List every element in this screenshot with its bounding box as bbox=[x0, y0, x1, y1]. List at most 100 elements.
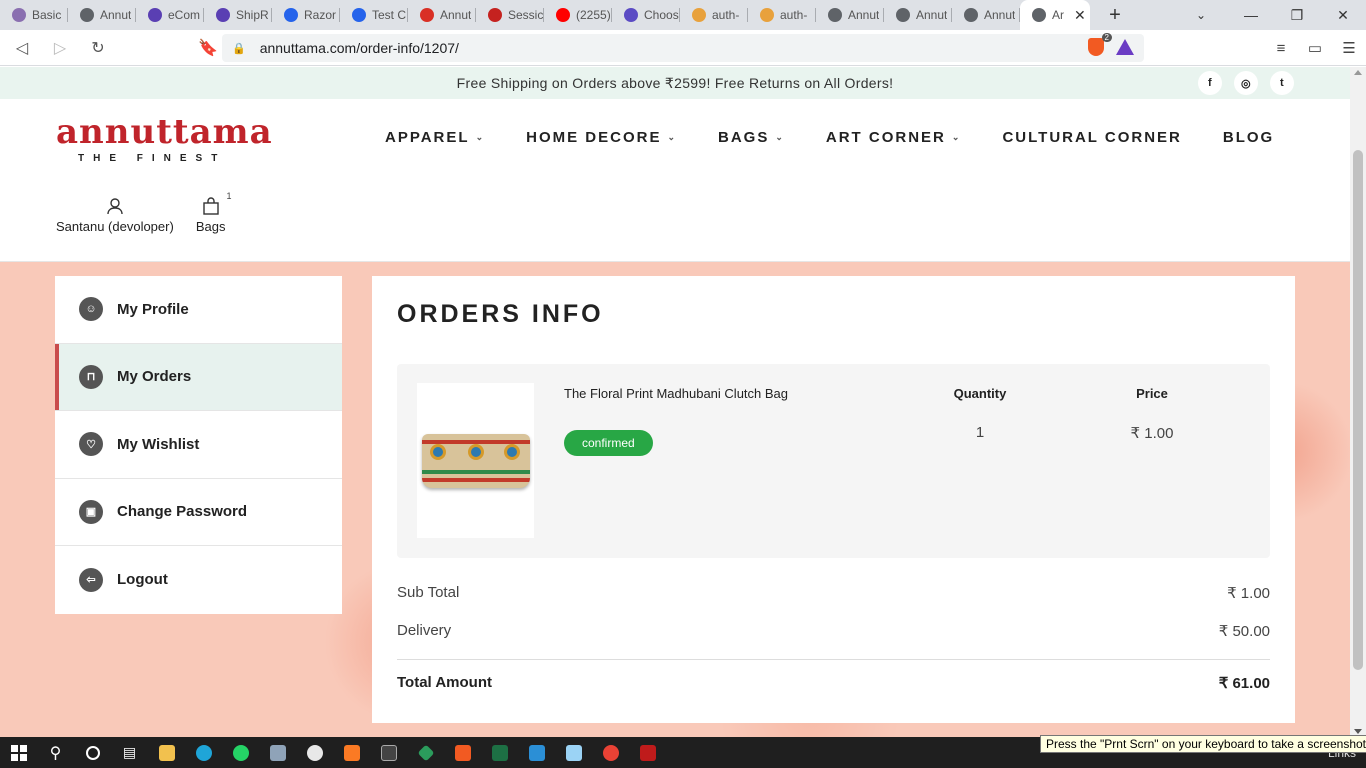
vscode-icon[interactable] bbox=[518, 737, 555, 768]
social-links: f ◎ t bbox=[1198, 71, 1294, 95]
file-explorer-icon[interactable] bbox=[148, 737, 185, 768]
edge-icon[interactable] bbox=[185, 737, 222, 768]
close-tab-icon[interactable]: ✕ bbox=[1074, 7, 1086, 24]
browser-tab[interactable]: Annut bbox=[816, 0, 884, 30]
browser-tab[interactable]: Razor bbox=[272, 0, 340, 30]
excel-icon[interactable] bbox=[481, 737, 518, 768]
close-window-icon[interactable]: ✕ bbox=[1320, 0, 1366, 30]
filezilla-icon[interactable] bbox=[629, 737, 666, 768]
bags-link[interactable]: 1 Bags bbox=[196, 191, 232, 234]
brave-browser-icon[interactable] bbox=[444, 737, 481, 768]
tab-favicon-icon bbox=[556, 8, 570, 22]
sidebar-item[interactable]: ☺ My Profile bbox=[55, 276, 342, 344]
brave-rewards-icon[interactable] bbox=[1116, 39, 1134, 55]
scroll-down-icon[interactable] bbox=[1354, 729, 1362, 734]
twitter-icon[interactable]: t bbox=[1270, 71, 1294, 95]
announcement-text: Free Shipping on Orders above ₹2599! Fre… bbox=[456, 74, 894, 91]
back-icon[interactable]: ◁ bbox=[6, 32, 38, 64]
account-link[interactable]: Santanu (devoloper) bbox=[56, 197, 174, 234]
browser-tab[interactable]: Sessic bbox=[476, 0, 544, 30]
browser-tab[interactable]: Choos bbox=[612, 0, 680, 30]
reload-icon[interactable]: ↻ bbox=[82, 32, 114, 64]
browser-tab[interactable]: (2255) bbox=[544, 0, 612, 30]
sidebar-item-label: Logout bbox=[117, 571, 168, 589]
terminal-icon[interactable] bbox=[370, 737, 407, 768]
xampp-icon[interactable] bbox=[333, 737, 370, 768]
browser-tab[interactable]: Test C bbox=[340, 0, 408, 30]
tab-label: Annut bbox=[440, 8, 472, 22]
price-header: Price bbox=[1136, 386, 1168, 401]
sidebar-item[interactable]: ⇦ Logout bbox=[55, 546, 342, 614]
browser-tab[interactable]: Annut bbox=[884, 0, 952, 30]
facebook-icon[interactable]: f bbox=[1198, 71, 1222, 95]
search-icon[interactable]: ⚲ bbox=[37, 737, 74, 768]
cortana-icon[interactable] bbox=[74, 737, 111, 768]
site-header: annuttama THE FINEST APPAREL ⌄ HOME DECORE… bbox=[0, 99, 1350, 262]
notepad-icon[interactable] bbox=[555, 737, 592, 768]
tab-favicon-icon bbox=[964, 8, 978, 22]
git-icon[interactable] bbox=[407, 737, 444, 768]
windows-start-icon[interactable] bbox=[0, 737, 37, 768]
brave-shield-icon[interactable]: 2 bbox=[1088, 33, 1112, 56]
browser-tab[interactable]: Annut bbox=[68, 0, 136, 30]
page-scrollbar[interactable] bbox=[1350, 67, 1366, 737]
order-info-panel: ORDERS INFO The Floral Print Madhubani C… bbox=[372, 276, 1295, 723]
tab-favicon-icon bbox=[828, 8, 842, 22]
app-icon[interactable] bbox=[259, 737, 296, 768]
tab-label: Annut bbox=[984, 8, 1016, 22]
sidebar-item[interactable]: ♡ My Wishlist bbox=[55, 411, 342, 479]
playlist-icon[interactable]: ≡ bbox=[1264, 40, 1298, 57]
browser-tab[interactable]: Basic bbox=[0, 0, 68, 30]
chevron-down-icon: ⌄ bbox=[775, 132, 785, 142]
slack-icon[interactable] bbox=[296, 737, 333, 768]
screenshot-tooltip: Press the "Prnt Scrn" on your keyboard t… bbox=[1040, 735, 1366, 753]
bookmark-icon[interactable]: 🔖 bbox=[192, 32, 224, 64]
instagram-icon[interactable]: ◎ bbox=[1234, 71, 1258, 95]
product-image[interactable] bbox=[417, 383, 534, 538]
scroll-up-icon[interactable] bbox=[1354, 70, 1362, 75]
browser-tab[interactable]: ShipR bbox=[204, 0, 272, 30]
menu-icon[interactable]: ☰ bbox=[1332, 39, 1366, 57]
delivery-label: Delivery bbox=[397, 622, 452, 639]
tab-label: (2255) bbox=[576, 8, 611, 22]
nav-item-label: APPAREL bbox=[385, 129, 470, 146]
logo-name: annuttama bbox=[56, 112, 273, 152]
forward-icon[interactable]: ▷ bbox=[44, 32, 76, 64]
address-bar[interactable]: 🔒 annuttama.com/order-info/1207/ 2 bbox=[222, 33, 1144, 62]
bag-icon: ⊓ bbox=[79, 364, 103, 389]
restore-icon[interactable]: ❐ bbox=[1274, 0, 1320, 30]
nav-item[interactable]: BAGS ⌄ bbox=[718, 129, 785, 146]
new-tab-button[interactable]: + bbox=[1104, 4, 1126, 27]
minimize-icon[interactable]: — bbox=[1228, 0, 1274, 30]
wallet-icon[interactable]: ▭ bbox=[1298, 39, 1332, 57]
tab-favicon-icon bbox=[216, 8, 230, 22]
product-name[interactable]: The Floral Print Madhubani Clutch Bag bbox=[564, 386, 788, 401]
nav-item[interactable]: ART CORNER ⌄ bbox=[826, 129, 962, 146]
tab-favicon-icon bbox=[80, 8, 94, 22]
bag-icon bbox=[202, 197, 219, 215]
browser-tab[interactable]: Annut bbox=[408, 0, 476, 30]
browser-tab[interactable]: eCom bbox=[136, 0, 204, 30]
chrome-icon[interactable] bbox=[592, 737, 629, 768]
nav-item[interactable]: APPAREL ⌄ bbox=[385, 129, 485, 146]
browser-tab[interactable]: auth- bbox=[748, 0, 816, 30]
user-icon: ☺ bbox=[79, 297, 103, 322]
active-tab[interactable]: Ar ✕ bbox=[1020, 0, 1090, 30]
nav-item[interactable]: BLOG bbox=[1223, 129, 1274, 146]
scroll-thumb[interactable] bbox=[1353, 150, 1363, 670]
whatsapp-icon[interactable] bbox=[222, 737, 259, 768]
tab-label: Test C bbox=[372, 8, 407, 22]
task-view-icon[interactable]: ▤ bbox=[111, 737, 148, 768]
tab-search-icon[interactable]: ⌄ bbox=[1186, 0, 1216, 30]
sidebar-item[interactable]: ▣ Change Password bbox=[55, 479, 342, 546]
nav-item[interactable]: CULTURAL CORNER bbox=[1002, 129, 1181, 146]
tab-label: ShipR bbox=[236, 8, 269, 22]
nav-item[interactable]: HOME DECORE ⌄ bbox=[526, 129, 677, 146]
browser-tab[interactable]: auth- bbox=[680, 0, 748, 30]
browser-tab[interactable]: Annut bbox=[952, 0, 1020, 30]
site-logo[interactable]: annuttama THE FINEST bbox=[56, 112, 273, 164]
sidebar-item[interactable]: ⊓ My Orders bbox=[55, 343, 342, 411]
sub-total-value: ₹ 1.00 bbox=[1227, 585, 1270, 602]
nav-item-label: BAGS bbox=[718, 129, 770, 146]
main-navigation: APPAREL ⌄ HOME DECORE ⌄ BAGS ⌄ ART CORNER ⌄ CULT… bbox=[385, 129, 1274, 146]
